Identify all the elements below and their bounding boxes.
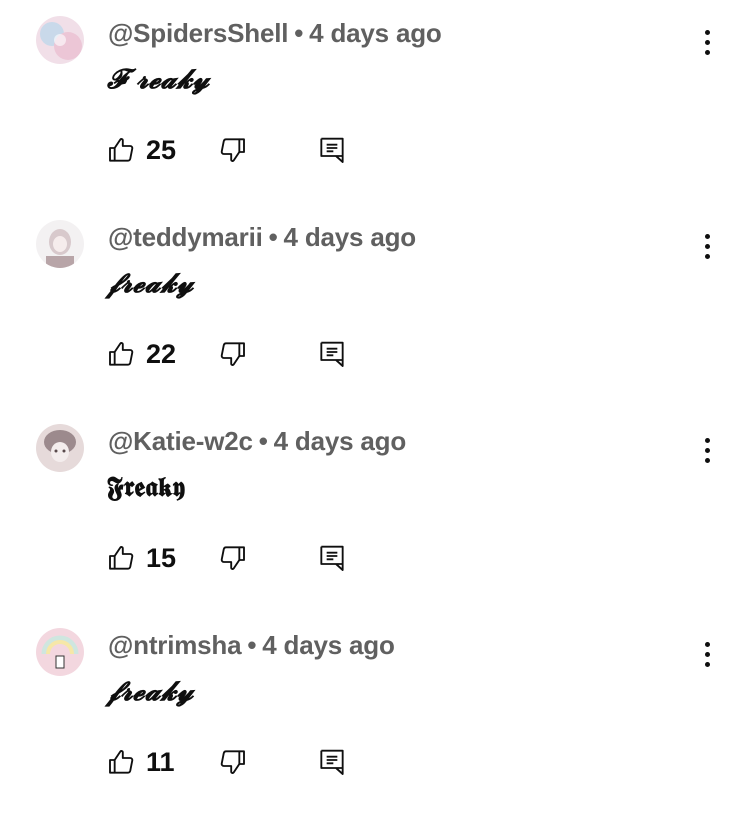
reply-icon (316, 338, 348, 370)
comment-time[interactable]: 4 days ago (309, 18, 442, 48)
comment-meta: @SpidersShell • 4 days ago (108, 18, 442, 49)
thumbs-down-icon (216, 134, 248, 166)
comment-time[interactable]: 4 days ago (274, 426, 407, 456)
more-options-button[interactable] (692, 22, 722, 62)
comment-actions: 22 (106, 334, 366, 374)
thumbs-down-icon (216, 542, 248, 574)
like-count: 25 (146, 134, 177, 165)
reply-button[interactable] (316, 538, 348, 578)
comment-actions: 15 (106, 538, 366, 578)
meta-separator: • (258, 426, 268, 456)
dislike-button[interactable] (216, 742, 248, 782)
like-button[interactable]: 15 (106, 538, 176, 578)
thumbs-down-icon (216, 746, 248, 778)
comment-time[interactable]: 4 days ago (284, 222, 417, 252)
comment-meta: @Katie-w2c • 4 days ago (108, 426, 406, 457)
comment-author[interactable]: @teddymarii (108, 222, 263, 252)
comment: @SpidersShell • 4 days ago 𝓕 𝓻𝓮𝓪𝓴𝔂 25 (0, 0, 755, 204)
like-button[interactable]: 11 (106, 742, 175, 782)
thumbs-down-icon (216, 338, 248, 370)
more-options-button[interactable] (692, 226, 722, 266)
reply-icon (316, 134, 348, 166)
reply-button[interactable] (316, 334, 348, 374)
comment: @ntrimsha • 4 days ago 𝓯𝓻𝓮𝓪𝓴𝔂 11 (0, 612, 755, 816)
reply-icon (316, 542, 348, 574)
comment: @teddymarii • 4 days ago 𝓯𝓻𝓮𝓪𝓴𝔂 22 (0, 204, 755, 408)
more-vertical-icon (704, 233, 710, 239)
comment-text: 𝓯𝓻𝓮𝓪𝓴𝔂 (107, 676, 194, 707)
more-vertical-icon (704, 437, 710, 443)
comment-author[interactable]: @Katie-w2c (108, 426, 253, 456)
avatar[interactable] (36, 16, 84, 64)
comment-actions: 11 (106, 742, 366, 782)
more-vertical-icon (704, 29, 710, 35)
comment-text: 𝕱𝖗𝖊𝖆𝖐𝖞 (107, 472, 186, 502)
thumbs-up-icon (106, 542, 138, 574)
more-vertical-icon (704, 641, 710, 647)
comment-meta: @ntrimsha • 4 days ago (108, 630, 395, 661)
dislike-button[interactable] (216, 130, 248, 170)
comment-actions: 25 (106, 130, 366, 170)
comment-time[interactable]: 4 days ago (262, 630, 395, 660)
comment-text: 𝓕 𝓻𝓮𝓪𝓴𝔂 (107, 64, 210, 95)
avatar[interactable] (36, 424, 84, 472)
thumbs-up-icon (106, 134, 138, 166)
like-button[interactable]: 25 (106, 130, 176, 170)
like-count: 15 (146, 542, 177, 573)
more-options-button[interactable] (692, 430, 722, 470)
avatar[interactable] (36, 220, 84, 268)
comment-author[interactable]: @SpidersShell (108, 18, 288, 48)
thumbs-up-icon (106, 746, 138, 778)
meta-separator: • (294, 18, 304, 48)
meta-separator: • (247, 630, 257, 660)
reply-icon (316, 746, 348, 778)
dislike-button[interactable] (216, 538, 248, 578)
reply-button[interactable] (316, 130, 348, 170)
like-count: 11 (146, 746, 175, 777)
thumbs-up-icon (106, 338, 138, 370)
more-options-button[interactable] (692, 634, 722, 674)
avatar[interactable] (36, 628, 84, 676)
meta-separator: • (268, 222, 278, 252)
reply-button[interactable] (316, 742, 348, 782)
comment-text: 𝓯𝓻𝓮𝓪𝓴𝔂 (107, 268, 194, 299)
comment-author[interactable]: @ntrimsha (108, 630, 242, 660)
comment-meta: @teddymarii • 4 days ago (108, 222, 416, 253)
like-count: 22 (146, 338, 177, 369)
like-button[interactable]: 22 (106, 334, 176, 374)
dislike-button[interactable] (216, 334, 248, 374)
comment: @Katie-w2c • 4 days ago 𝕱𝖗𝖊𝖆𝖐𝖞 15 (0, 408, 755, 612)
